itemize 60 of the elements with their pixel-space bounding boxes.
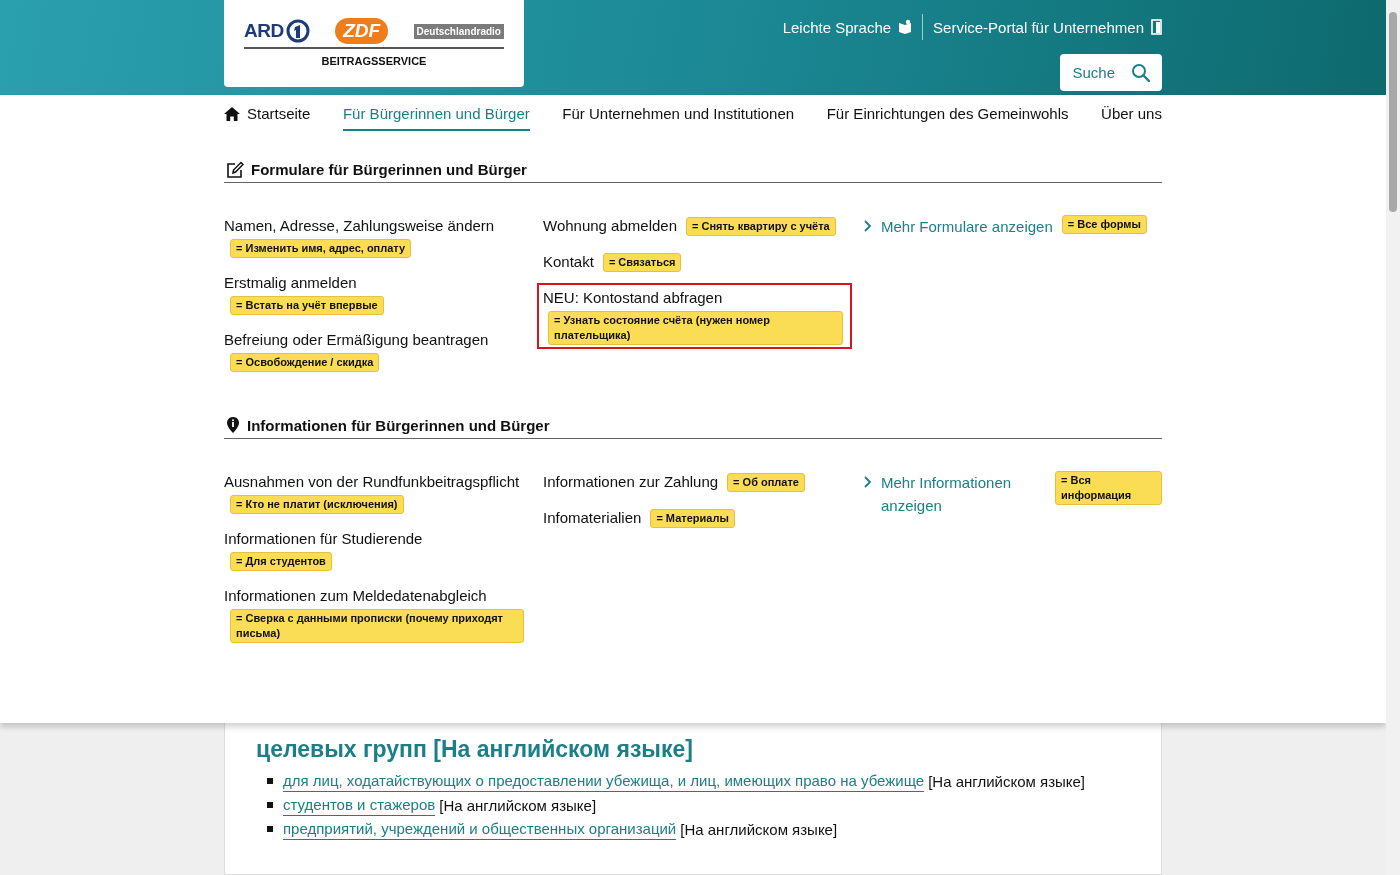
more-link[interactable]: Mehr Formulare anzeigen [881,215,1053,238]
edit-icon [226,161,244,178]
bullet-icon [267,778,273,784]
brand-text: ARD [244,20,284,42]
translation-note: = Встать на учёт впервые [230,296,384,315]
home-icon [224,105,240,122]
translation-note: = Вся информация [1055,471,1162,505]
more-link[interactable]: Mehr Informationen anzeigen [881,471,1046,517]
link[interactable]: студентов и стажеров [283,794,436,816]
language-note: [На английском языке] [928,771,1086,792]
translation-note: = Изменить имя, адрес, оплату [230,239,412,258]
language-note: [На английском языке] [680,819,838,840]
nav-tab[interactable]: Für Bürgerinnen und Bürger [342,103,530,131]
translation-note: = Об оплате [727,472,805,492]
translation-note: = Освобождение / скидка [230,353,380,372]
door-icon [1151,19,1162,35]
form-link[interactable]: Befreiung oder Ermäßigung beantragen [224,329,489,351]
brand-text: Deutschlandradio [413,23,504,39]
form-link[interactable]: Erstmalig anmelden [224,272,357,294]
form-link[interactable]: Namen, Adresse, Zahlungsweise ändern [224,215,495,237]
search-icon [1131,63,1150,82]
link[interactable]: для лиц, ходатайствующих о предоставлении убежища, и лиц, имеющих право на убежище [283,770,925,792]
link[interactable]: предприятий, учреждений и общественных организаций [283,818,677,840]
translation-note: = Материалы [650,508,735,528]
form-link[interactable]: Kontakt [543,251,594,273]
translation-note: = Связаться [602,252,682,272]
search-button[interactable]: Suche [1060,54,1162,91]
section-title: Informationen für Bürgerinnen und Bürger [247,416,550,434]
translation-note: = Снять квартиру с учёта [686,216,836,236]
logo-subtitle: BEITRAGSSERVICE [320,55,428,67]
nav-tab[interactable]: Startseite [224,103,311,131]
bullet-icon [267,826,273,832]
translation-note: = Узнать состояние счёта (нужен номер плательщика) [548,311,843,345]
chevron-icon [863,475,872,489]
language-note: [На английском языке] [439,795,597,816]
nav-tab[interactable]: Für Unternehmen und Institutionen [562,103,795,131]
header-link[interactable]: Service-Portal für Unternehmen [933,18,1162,36]
book-icon [898,19,913,35]
section-title: Formulare für Bürgerinnen und Bürger [251,161,527,178]
form-link[interactable]: Wohnung abmelden [543,215,677,237]
chevron-icon [863,219,872,233]
brand-text: ZDF [335,18,389,44]
translation-note: = Все формы [1061,215,1147,234]
logo-card[interactable]: ARD ZDF Deutschlandradio BEITRAGSSERVICE [224,0,524,87]
circle-logo-icon [285,19,310,43]
nav-tab[interactable]: Über uns [1101,103,1162,131]
translation-note: = Кто не платит (исключения) [230,495,404,514]
header-link[interactable]: Leichte Sprache [782,18,913,36]
form-link[interactable]: Informationen zum Meldedatenabgleich [224,585,487,607]
form-link[interactable]: Ausnahmen von der Rundfunkbeitragspflicht [224,471,520,493]
translation-note: = Сверка с данными прописки (почему приходят письма) [230,609,524,643]
form-link[interactable]: NEU: Kontostand abfragen [543,287,723,309]
nav-tab[interactable]: Für Einrichtungen des Gemeinwohls [826,103,1069,131]
form-link[interactable]: Infomaterialien [543,507,642,529]
section-heading: целевых групп [На английском языке] [256,735,694,764]
bullet-icon [267,802,273,808]
form-link[interactable]: Informationen zur Zahlung [543,471,719,493]
info-pin-icon [226,416,240,434]
translation-note: = Для студентов [230,552,332,571]
form-link[interactable]: Informationen für Studierende [224,528,423,550]
